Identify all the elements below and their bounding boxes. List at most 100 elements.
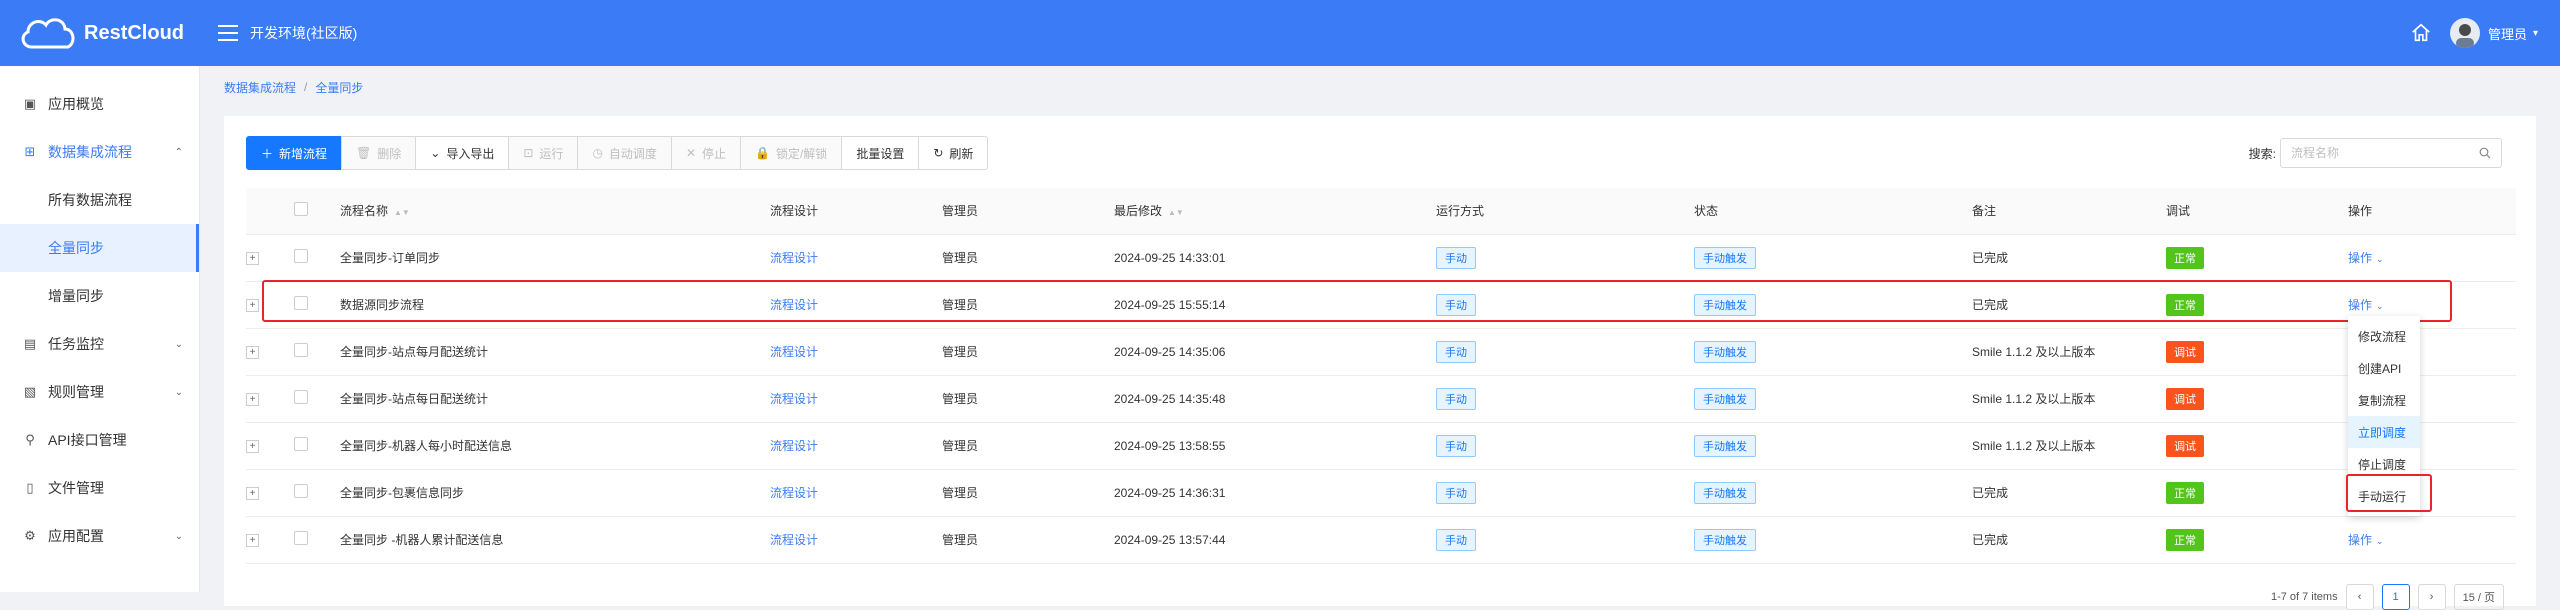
- debug-badge[interactable]: 正常: [2166, 528, 2204, 551]
- sidebar-item-label: 文件管理: [48, 480, 104, 496]
- stop-button[interactable]: ✕ 停止: [670, 136, 742, 170]
- next-page-button[interactable]: ›: [2417, 584, 2446, 610]
- actions-dropdown-button[interactable]: 操作⌄: [2348, 298, 2384, 312]
- table-row[interactable]: + 全量同步 -机器人累计配送信息 流程设计 管理员 2024-09-25 13:57:…: [246, 516, 2516, 564]
- sort-icon[interactable]: ▲▼: [394, 208, 410, 217]
- sidebar-item-rules[interactable]: ▧ 规则管理 ⌄: [0, 368, 199, 416]
- debug-badge[interactable]: 调试: [2166, 340, 2204, 363]
- sidebar-subitem-full-sync[interactable]: 全量同步: [0, 224, 199, 272]
- sidebar-item-task-monitor[interactable]: ▤ 任务监控 ⌄: [0, 320, 199, 368]
- cell-admin: 管理员: [942, 234, 1114, 282]
- cell-note: 已完成: [1972, 469, 2166, 517]
- actions-dropdown-button[interactable]: 操作⌄: [2348, 251, 2384, 265]
- cell-modified: 2024-09-25 13:57:44: [1114, 516, 1436, 564]
- flow-design-link[interactable]: 流程设计: [770, 251, 818, 265]
- lock-unlock-button[interactable]: 🔒 锁定/解锁: [740, 136, 843, 170]
- actions-dropdown-button[interactable]: 操作⌄: [2348, 533, 2384, 547]
- dropdown-item[interactable]: 创建API: [2348, 352, 2420, 384]
- cell-modified: 2024-09-25 14:36:31: [1114, 469, 1436, 517]
- expand-row-icon[interactable]: +: [246, 299, 259, 313]
- sidebar-item-api[interactable]: ⚲ API接口管理: [0, 416, 199, 464]
- dropdown-item[interactable]: 复制流程: [2348, 384, 2420, 416]
- expand-row-icon[interactable]: +: [246, 534, 259, 548]
- chevron-down-icon[interactable]: ▾: [2533, 28, 2538, 39]
- expand-row-icon[interactable]: +: [246, 440, 259, 454]
- logo-text: RestCloud: [84, 21, 184, 44]
- cell-flow-name: 全量同步-站点每月配送统计: [340, 328, 770, 376]
- breadcrumb-item[interactable]: 数据集成流程: [224, 79, 296, 96]
- table-row[interactable]: + 全量同步-站点每日配送统计 流程设计 管理员 2024-09-25 14:35:48…: [246, 375, 2516, 423]
- clock-icon: ◷: [592, 146, 603, 160]
- avatar[interactable]: [2449, 18, 2480, 48]
- row-checkbox[interactable]: [294, 296, 308, 310]
- debug-badge[interactable]: 正常: [2166, 246, 2204, 269]
- select-all-checkbox[interactable]: [294, 202, 308, 217]
- row-checkbox[interactable]: [294, 249, 308, 263]
- sidebar-item-files[interactable]: ▯ 文件管理: [0, 464, 199, 512]
- dropdown-item[interactable]: 修改流程: [2348, 320, 2420, 352]
- debug-badge[interactable]: 调试: [2166, 434, 2204, 457]
- debug-badge[interactable]: 调试: [2166, 387, 2204, 410]
- flow-design-link[interactable]: 流程设计: [770, 345, 818, 359]
- user-name[interactable]: 管理员: [2488, 24, 2527, 43]
- import-export-button[interactable]: ⌄ 导入导出: [415, 136, 510, 170]
- table-row[interactable]: + 全量同步-机器人每小时配送信息 流程设计 管理员 2024-09-25 13:58:…: [246, 422, 2516, 470]
- cell-flow-name: 全量同步 -机器人累计配送信息: [340, 516, 770, 564]
- menu-toggle-icon[interactable]: [218, 25, 238, 41]
- table-row[interactable]: + 全量同步-包裹信息同步 流程设计 管理员 2024-09-25 14:36:31 手动…: [246, 469, 2516, 517]
- logo[interactable]: RestCloud: [0, 0, 200, 66]
- expand-row-icon[interactable]: +: [246, 252, 259, 266]
- flow-design-link[interactable]: 流程设计: [770, 298, 818, 312]
- table-row[interactable]: + 数据源同步流程 流程设计 管理员 2024-09-25 15:55:14 手动 手动触发…: [246, 281, 2516, 329]
- sidebar-item-app-config[interactable]: ⚙ 应用配置 ⌄: [0, 512, 199, 560]
- actions-label: 操作: [2348, 298, 2373, 312]
- run-mode-tag: 手动: [1436, 434, 1476, 457]
- expand-row-icon[interactable]: +: [246, 346, 259, 360]
- sidebar-item-data-integration[interactable]: ⊞ 数据集成流程 ⌃: [0, 128, 199, 176]
- home-icon[interactable]: [2410, 22, 2432, 44]
- row-checkbox[interactable]: [294, 437, 308, 451]
- search-icon[interactable]: [2479, 147, 2491, 159]
- expand-row-icon[interactable]: +: [246, 393, 259, 407]
- flow-design-link[interactable]: 流程设计: [770, 392, 818, 406]
- flow-design-link[interactable]: 流程设计: [770, 533, 818, 547]
- dropdown-item[interactable]: 手动运行: [2348, 480, 2420, 512]
- auto-schedule-button[interactable]: ◷ 自动调度: [577, 136, 672, 170]
- row-checkbox[interactable]: [294, 531, 308, 545]
- new-flow-button[interactable]: ＋ 新增流程: [246, 136, 343, 170]
- debug-badge[interactable]: 正常: [2166, 293, 2204, 316]
- flow-design-link[interactable]: 流程设计: [770, 439, 818, 453]
- breadcrumb-item-current[interactable]: 全量同步: [315, 79, 363, 96]
- dropdown-item[interactable]: 立即调度: [2348, 416, 2420, 448]
- cell-modified: 2024-09-25 14:33:01: [1114, 234, 1436, 282]
- col-header-name[interactable]: 流程名称 ▲▼: [340, 188, 770, 235]
- chevron-down-icon: ⌄: [430, 146, 441, 160]
- sidebar-subitem-incremental-sync[interactable]: 增量同步: [0, 272, 199, 320]
- search-box[interactable]: [2280, 138, 2502, 168]
- table-row[interactable]: + 全量同步-订单同步 流程设计 管理员 2024-09-25 14:33:01 手动 手动…: [246, 234, 2516, 282]
- run-button[interactable]: ⊡ 运行: [508, 136, 579, 170]
- refresh-button[interactable]: ↻ 刷新: [918, 136, 989, 170]
- row-checkbox[interactable]: [294, 343, 308, 357]
- page-button[interactable]: 1: [2381, 584, 2410, 610]
- debug-badge[interactable]: 正常: [2166, 481, 2204, 504]
- page-size-select[interactable]: 15 / 页: [2453, 584, 2504, 610]
- flow-design-link[interactable]: 流程设计: [770, 486, 818, 500]
- table-row[interactable]: + 全量同步-站点每月配送统计 流程设计 管理员 2024-09-25 14:35:06…: [246, 328, 2516, 376]
- col-header-modified[interactable]: 最后修改 ▲▼: [1114, 188, 1436, 235]
- sidebar-item-label: 应用概览: [48, 96, 104, 112]
- sidebar-subitem-all-flows[interactable]: 所有数据流程: [0, 176, 199, 224]
- prev-page-button[interactable]: ‹: [2345, 584, 2374, 610]
- delete-button[interactable]: 🗑 删除: [341, 136, 417, 170]
- expand-row-icon[interactable]: +: [246, 487, 259, 501]
- dropdown-item[interactable]: 停止调度: [2348, 448, 2420, 480]
- sidebar-item-overview[interactable]: ▣ 应用概览: [0, 80, 199, 128]
- search-input[interactable]: [2291, 146, 2479, 160]
- environment-title: 开发环境(社区版): [250, 25, 358, 41]
- batch-settings-button[interactable]: 批量设置: [841, 136, 920, 170]
- row-checkbox[interactable]: [294, 484, 308, 498]
- row-checkbox[interactable]: [294, 390, 308, 404]
- cell-note: Smile 1.1.2 及以上版本: [1972, 328, 2166, 376]
- chevron-down-icon: ⌄: [2376, 254, 2384, 264]
- sort-icon[interactable]: ▲▼: [1168, 208, 1184, 217]
